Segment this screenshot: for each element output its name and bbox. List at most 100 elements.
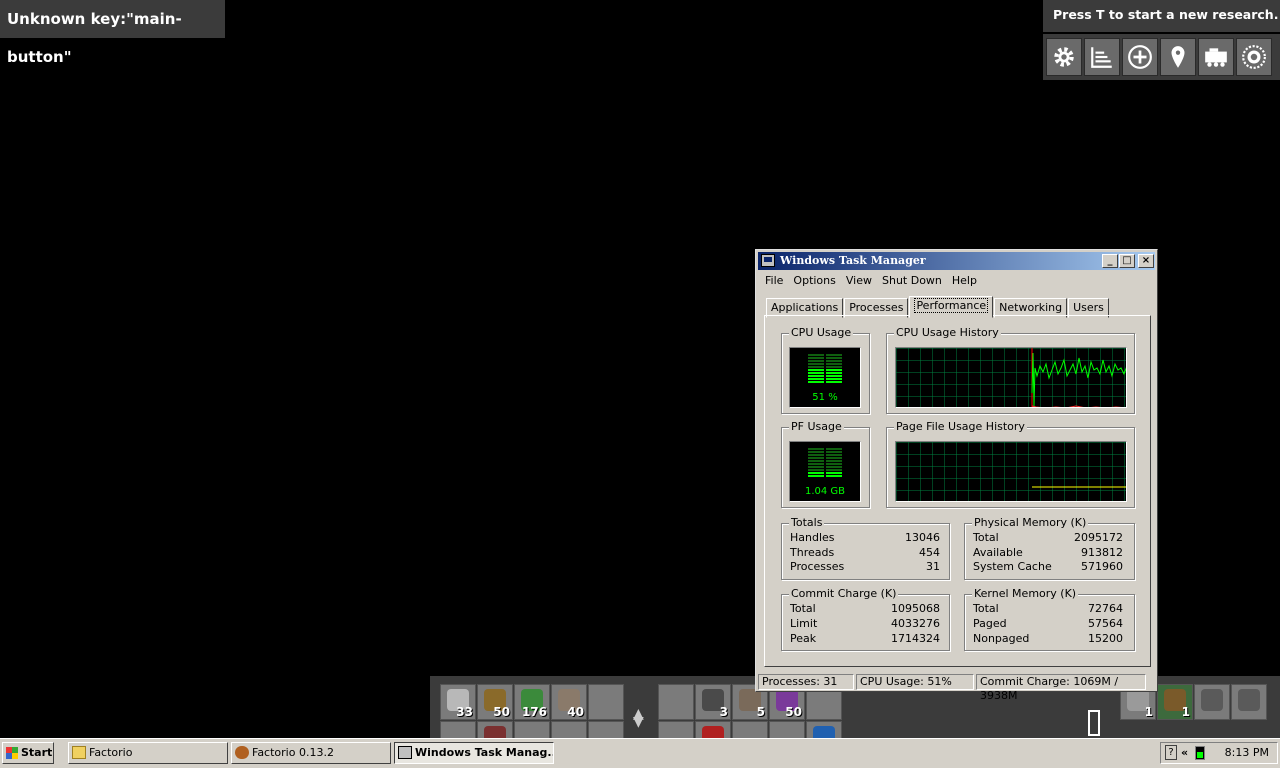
stat-value: 1095068 [891,602,940,615]
stat-name: Peak [790,632,817,645]
kernel-memory-label: Kernel Memory (K) [972,587,1079,600]
meter-segment [808,360,842,362]
cpu-history-label: CPU Usage History [894,326,1001,339]
stat-value: 57564 [1088,617,1123,630]
pf-history-group: Page File Usage History [886,420,1135,508]
cpu-history-group: CPU Usage History [886,326,1135,414]
stat-name: Threads [790,546,835,559]
pf-usage-group: PF Usage 1.04 GB [781,420,870,508]
totals-label: Totals [789,516,825,529]
menu-view[interactable]: View [841,272,877,290]
kernel-memory-group: Kernel Memory (K) Total 72764 Paged 57564 … [964,587,1135,651]
quickbar-slot-1[interactable]: 33 [440,684,476,720]
quickbar-scroll-icon[interactable]: ▲ ▼ [633,707,644,729]
folder-icon [72,746,86,759]
meter-segment [808,366,842,368]
system-tray: ? « 8:13 PM [1160,742,1278,764]
cpu-usage-value: 51 % [812,392,838,403]
cpu-history-graph [895,347,1127,408]
meter-segment [808,475,842,477]
cpu-usage-bars [808,354,842,384]
quickbar-slot-6[interactable] [658,684,694,720]
pf-usage-label: PF Usage [789,420,844,433]
taskbar-button-factorio-folder[interactable]: Factorio [68,742,228,764]
train-icon [1205,48,1227,67]
meter-segment [808,369,842,371]
meter-segment [808,357,842,359]
stat-value: 72764 [1088,602,1123,615]
taskbar-button-label: Windows Task Manag... [415,746,554,759]
minimize-button[interactable]: _ [1102,254,1118,268]
quickbar-slot-4[interactable]: 40 [551,684,587,720]
stat-value: 1714324 [891,632,940,645]
meter-segment [808,463,842,465]
tray-expand-chevron[interactable]: « [1181,743,1188,763]
weapon-slot-2[interactable]: 1 [1157,684,1193,720]
pistol-icon [1201,689,1223,711]
stat-value: 454 [919,546,940,559]
menu-shut-down[interactable]: Shut Down [877,272,947,290]
status-cpu: CPU Usage: 51% [856,674,974,690]
gear-icon [1054,47,1074,67]
taskbar-button-factorio-game[interactable]: Factorio 0.13.2 [231,742,391,764]
physical-memory-group: Physical Memory (K) Total 2095172 Availab… [964,516,1135,580]
add-button[interactable] [1122,38,1158,76]
stat-value: 13046 [905,531,940,544]
pf-history-label: Page File Usage History [894,420,1027,433]
faction-emblem-icon [1242,45,1266,69]
meter-segment [808,460,842,462]
stat-name: Limit [790,617,818,630]
settings-button[interactable] [1046,38,1082,76]
quickbar-slot-2[interactable]: 50 [477,684,513,720]
research-tip: Press T to start a new research. [1043,0,1280,32]
stat-name: System Cache [973,560,1052,573]
faction-button[interactable] [1236,38,1272,76]
stat-row: Handles 13046 [790,530,940,545]
weapon-slot-4[interactable] [1231,684,1267,720]
map-pin-button[interactable] [1160,38,1196,76]
commit-charge-label: Commit Charge (K) [789,587,899,600]
pf-usage-bars [808,448,842,478]
stat-value: 31 [926,560,940,573]
window-title: Windows Task Manager [780,254,926,267]
performance-page: CPU Usage 51 % CPU Usage History PF Usag [764,315,1151,667]
stat-name: Total [973,531,999,544]
taskbar-button-label: Factorio [89,746,133,759]
taskmgr-icon [398,746,412,759]
weapon-slot-3[interactable] [1194,684,1230,720]
quickbar-slot-5[interactable] [588,684,624,720]
close-button[interactable]: × [1138,254,1154,268]
quickbar-slot-7[interactable]: 3 [695,684,731,720]
stat-row: Total 2095172 [973,530,1123,545]
meter-segment [808,451,842,453]
menu-help[interactable]: Help [947,272,982,290]
pf-usage-meter: 1.04 GB [789,441,861,502]
taskmgr-icon [761,254,775,267]
stat-value: 913812 [1081,546,1123,559]
unknown-key-label: Unknown key:"main-button" [0,0,225,66]
pf-history-chart [896,442,1126,501]
train-button[interactable] [1198,38,1234,76]
title-bar[interactable]: Windows Task Manager _ □ × [758,252,1155,270]
tab-strip: Applications Processes Performance Netwo… [766,296,1110,318]
quickbar-slot-3[interactable]: 176 [514,684,550,720]
add-icon [1128,45,1152,69]
help-icon[interactable]: ? [1165,745,1177,760]
commit-charge-group: Commit Charge (K) Total 1095068 Limit 4033… [781,587,950,651]
taskmgr-tray-icon[interactable] [1195,746,1205,760]
stat-name: Handles [790,531,835,544]
production-stats-button[interactable] [1084,38,1120,76]
start-button[interactable]: Start [2,742,54,764]
stat-row: Available 913812 [973,545,1123,560]
menu-bar: File Options View Shut Down Help [760,272,982,290]
meter-segment [808,363,842,365]
taskbar-button-task-manager[interactable]: Windows Task Manag... [394,742,554,764]
tab-performance[interactable]: Performance [909,296,994,318]
windows-logo-icon [6,747,18,759]
stat-name: Nonpaged [973,632,1030,645]
menu-options[interactable]: Options [788,272,840,290]
menu-file[interactable]: File [760,272,788,290]
meter-segment [808,378,842,380]
maximize-button[interactable]: □ [1119,254,1135,268]
taskbar: Start Factorio Factorio 0.13.2 Windows T… [0,738,1280,768]
